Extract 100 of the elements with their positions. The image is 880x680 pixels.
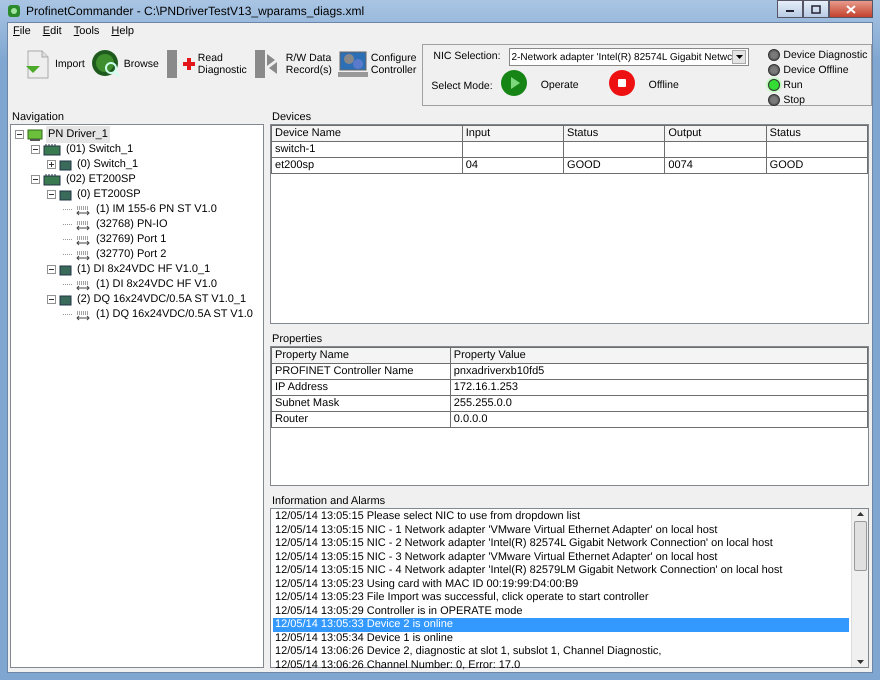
- toolbar-button[interactable]: R/W Data Record(s): [252, 48, 332, 80]
- app-icon: [7, 4, 21, 18]
- panel-title: Information and Alarms: [271, 494, 386, 508]
- tree-item[interactable]: (02) ET200SP: [64, 171, 138, 188]
- table-cell: 172.16.1.253: [450, 380, 868, 396]
- tree-item[interactable]: (01) Switch_1: [64, 141, 136, 158]
- panel-title: Navigation: [11, 110, 65, 124]
- panel-title: Devices: [271, 110, 312, 124]
- column-header[interactable]: Output: [664, 126, 766, 142]
- indicator-label: Run: [783, 78, 803, 92]
- table-cell: 255.255.0.0: [450, 396, 868, 412]
- menu-item[interactable]: Tools: [74, 25, 100, 38]
- toolbar-button[interactable]: Browse: [90, 48, 159, 80]
- collapse-icon[interactable]: [31, 175, 40, 184]
- tree-item[interactable]: (1) DI 8x24VDC HF V1.0: [94, 276, 220, 293]
- table-cell: PROFINET Controller Name: [272, 364, 450, 380]
- log-entry[interactable]: 12/05/14 13:05:34 Device 1 is online: [273, 632, 849, 645]
- column-header[interactable]: Property Name: [272, 348, 450, 364]
- collapse-icon[interactable]: [47, 295, 56, 304]
- log-entry[interactable]: 12/05/14 13:05:15 NIC - 2 Network adapter 'Intel(R) 82574L Gigabit Network Connection' on local host: [273, 537, 849, 550]
- mode-label: Select Mode:: [431, 79, 493, 94]
- scrollbar[interactable]: [851, 509, 868, 667]
- module-icon: [59, 158, 72, 170]
- collapse-icon[interactable]: [31, 145, 40, 154]
- tree-item[interactable]: (1) DQ 16x24VDC/0.5A ST V1.0: [94, 306, 255, 323]
- column-header[interactable]: Property Value: [450, 348, 868, 364]
- maximize-icon: [811, 4, 821, 14]
- log-entry[interactable]: 12/05/14 13:05:15 NIC - 3 Network adapter 'VMware Virtual Ethernet Adapter' on local host: [273, 550, 849, 564]
- tree-item[interactable]: (32770) Port 2: [94, 246, 168, 263]
- menu-item[interactable]: Help: [111, 25, 134, 38]
- minimize-button[interactable]: [777, 0, 803, 18]
- panel-title: Properties: [271, 332, 324, 346]
- collapse-icon[interactable]: [47, 190, 56, 199]
- column-header[interactable]: Status: [564, 126, 665, 142]
- toolbar-button[interactable]: Configure Controller: [338, 48, 416, 80]
- table-cell: 04: [462, 158, 564, 174]
- scroll-down-icon[interactable]: [856, 660, 864, 664]
- tree-item[interactable]: (1) IM 155-6 PN ST V1.0: [94, 201, 219, 218]
- port-arrows-icon: [75, 308, 91, 320]
- tree-item[interactable]: (2) DQ 16x24VDC/0.5A ST V1.0_1: [75, 291, 248, 308]
- port-arrows-icon: [75, 218, 91, 230]
- collapse-icon[interactable]: [47, 265, 56, 274]
- offline-button[interactable]: Offline: [608, 70, 679, 96]
- log-entry[interactable]: 12/05/14 13:05:23 File Import was successful, click operate to start controller: [273, 591, 849, 604]
- table-cell: 0.0.0.0: [450, 412, 868, 428]
- column-header[interactable]: Input: [462, 126, 564, 142]
- table-cell: switch-1: [272, 142, 462, 158]
- indicator-label: Device Diagnostic: [783, 48, 868, 62]
- toolbar-button[interactable]: Read Diagnostic: [164, 48, 247, 80]
- table-cell: 0074: [664, 158, 766, 174]
- maximize-button[interactable]: [803, 0, 829, 18]
- table-cell: Router: [272, 412, 450, 428]
- port-arrows-icon: [75, 234, 91, 246]
- menu-item[interactable]: File: [13, 25, 31, 38]
- table-cell: GOOD: [766, 158, 868, 174]
- port-arrows-icon: [75, 278, 91, 290]
- column-header[interactable]: Device Name: [272, 126, 462, 142]
- window-title: ProfinetCommander - C:\PNDriverTestV13_wparams_diags.xml: [26, 3, 364, 20]
- log-entry[interactable]: 12/05/14 13:06:26 Device 2, diagnostic at slot 1, subslot 1, Channel Diagnostic,: [273, 645, 849, 658]
- indicator-label: Device Offline: [783, 63, 849, 77]
- close-icon: [846, 4, 856, 14]
- table-cell: et200sp: [272, 158, 462, 174]
- play-icon: [500, 70, 527, 96]
- table-cell: Subnet Mask: [272, 396, 450, 412]
- tree-item[interactable]: (32768) PN-IO: [94, 216, 170, 233]
- port-arrows-icon: [75, 204, 91, 216]
- scroll-up-icon[interactable]: [856, 512, 864, 516]
- module-rack-icon: [43, 143, 61, 156]
- module-rack-icon: [43, 173, 61, 186]
- log-entry[interactable]: 12/05/14 13:05:15 Please select NIC to use from dropdown list: [273, 510, 849, 524]
- log-entry[interactable]: 12/05/14 13:05:29 Controller is in OPERATE mode: [273, 604, 849, 618]
- log-entry[interactable]: 12/05/14 13:06:26 Channel Number: 0, Error: 17.0: [273, 658, 849, 672]
- toolbar-button[interactable]: Import: [22, 48, 85, 80]
- tree-item[interactable]: (0) ET200SP: [75, 186, 143, 203]
- table-cell: pnxadriverxb10fd5: [450, 364, 868, 380]
- table-cell: IP Address: [272, 380, 450, 396]
- column-header[interactable]: Status: [766, 126, 868, 142]
- device-cross-icon: [164, 48, 195, 80]
- menu-item[interactable]: Edit: [42, 25, 62, 38]
- log-entry[interactable]: 12/05/14 13:05:15 NIC - 4 Network adapter 'Intel(R) 82579LM Gigabit Network Connection' on local host: [273, 564, 849, 578]
- port-arrows-icon: [75, 248, 91, 260]
- module-icon: [59, 294, 72, 306]
- tree-item[interactable]: (0) Switch_1: [75, 156, 140, 173]
- operate-button[interactable]: Operate: [500, 70, 579, 96]
- stop-icon: [608, 70, 635, 96]
- nic-label: NIC Selection:: [433, 49, 501, 64]
- log-entry[interactable]: 12/05/14 13:05:23 Using card with MAC ID 00:19:99:D4:00:B9: [273, 578, 849, 591]
- indicator-label: Stop: [783, 93, 805, 107]
- nic-dropdown[interactable]: 2-Network adapter 'Intel(R) 82574L Gigabit Netwc: [508, 48, 750, 66]
- module-icon: [59, 264, 72, 276]
- collapse-icon[interactable]: [15, 130, 24, 139]
- tree-item[interactable]: (1) DI 8x24VDC HF V1.0_1: [75, 261, 212, 278]
- table-cell: GOOD: [564, 158, 665, 174]
- module-icon: [59, 188, 72, 200]
- expand-icon[interactable]: [47, 160, 56, 169]
- tree-item[interactable]: PN Driver_1: [46, 126, 110, 143]
- scroll-thumb[interactable]: [854, 521, 866, 571]
- log-entry[interactable]: 12/05/14 13:05:15 NIC - 1 Network adapter 'VMware Virtual Ethernet Adapter' on local host: [273, 524, 849, 537]
- tree-item[interactable]: (32769) Port 1: [94, 231, 168, 248]
- close-button[interactable]: [829, 0, 873, 18]
